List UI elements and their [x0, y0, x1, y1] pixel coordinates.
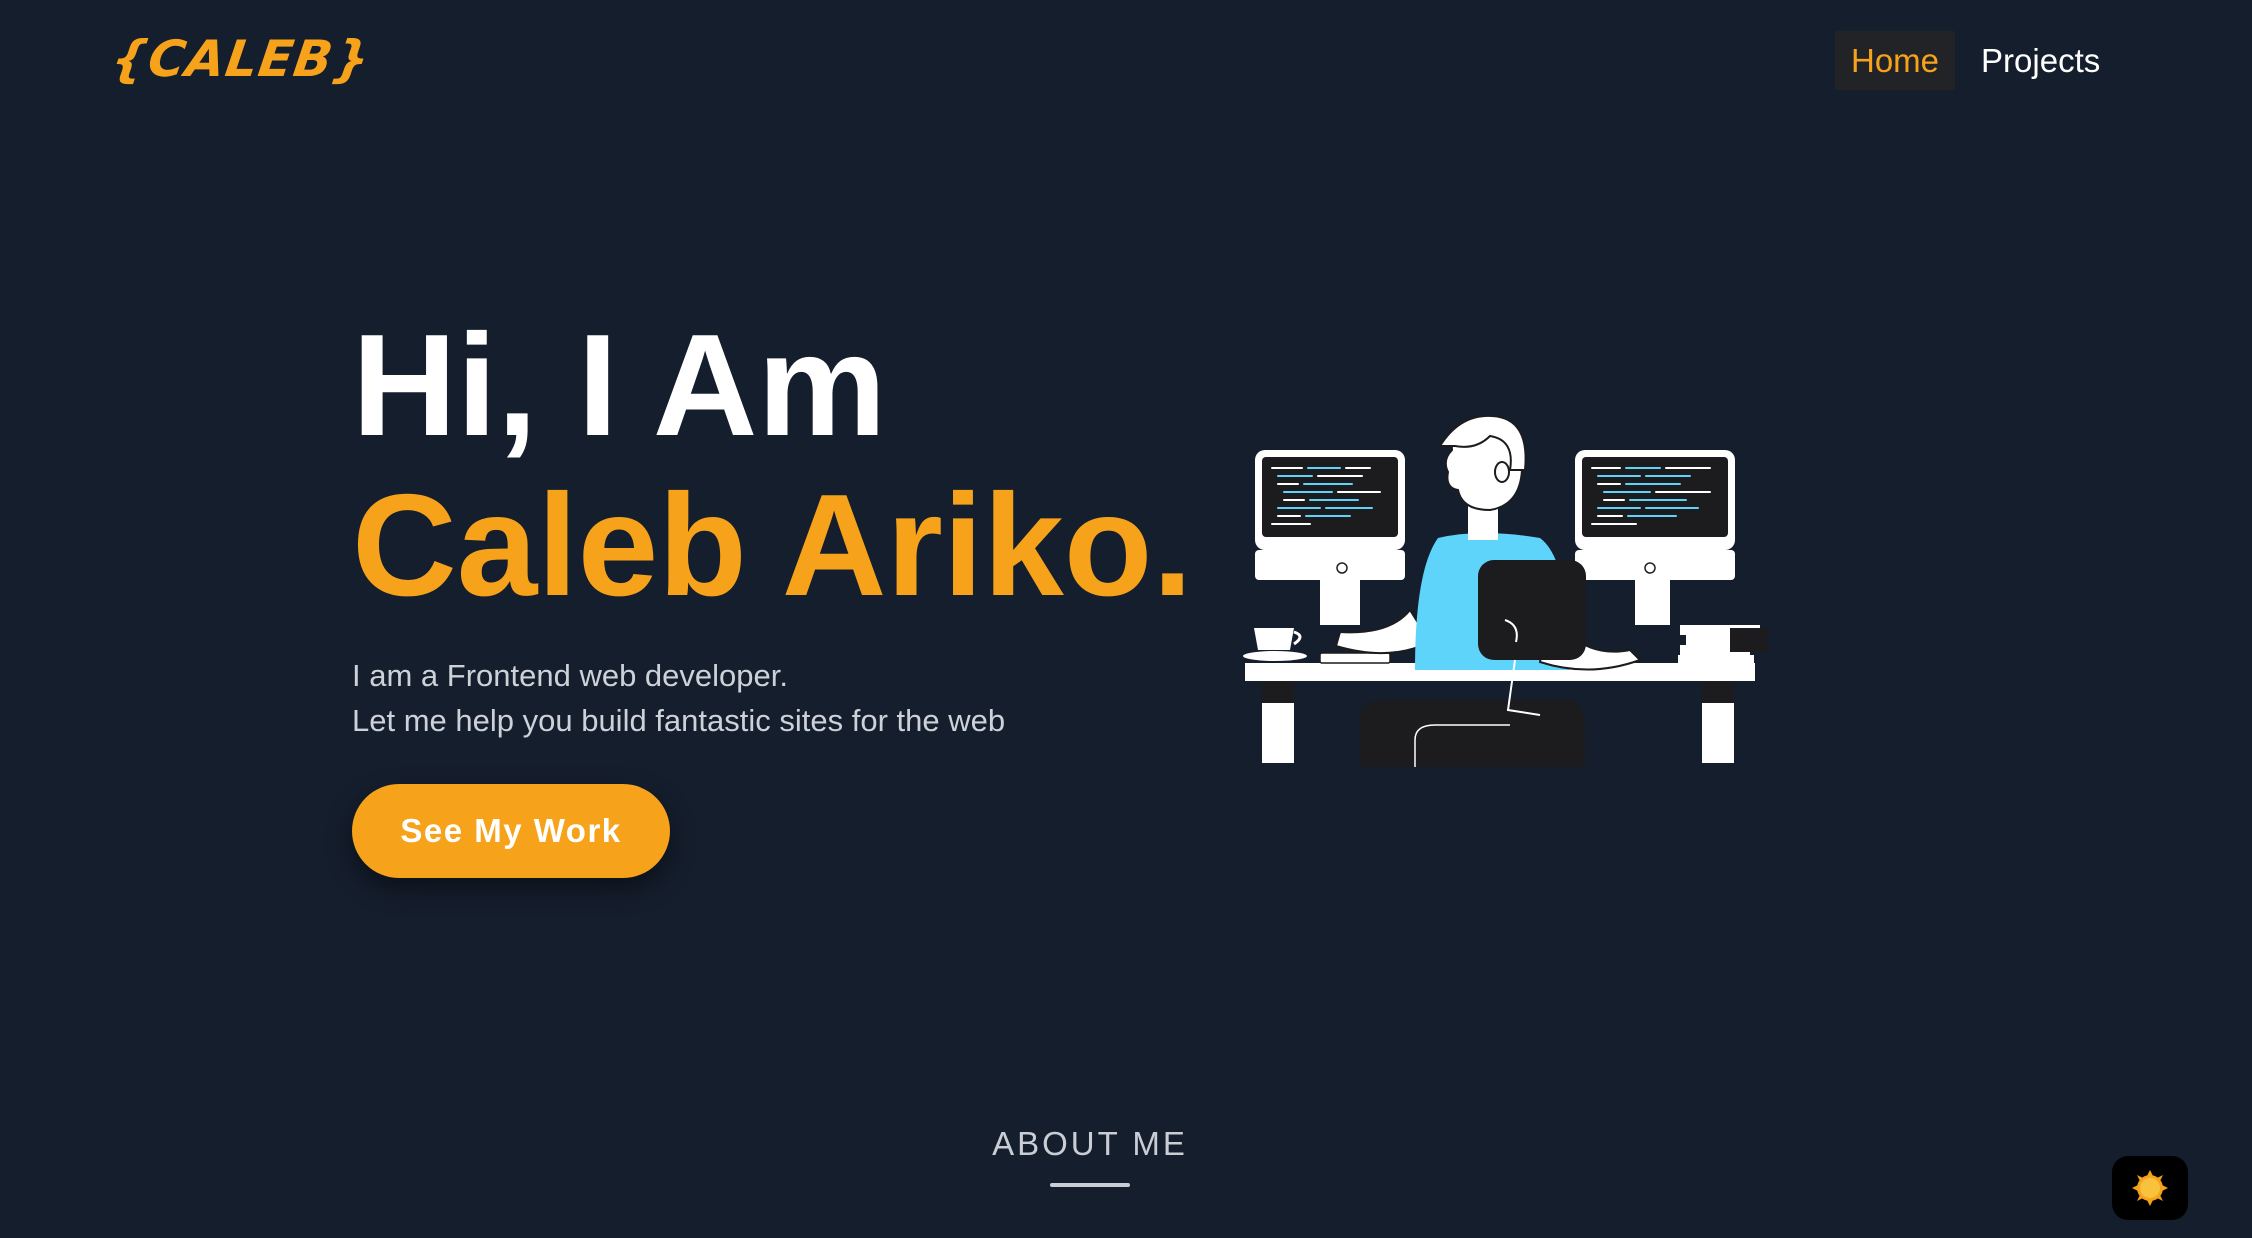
about-underline-divider [1050, 1183, 1130, 1187]
page: {CALEB} Home Projects Hi, I Am Caleb Ari… [0, 0, 2252, 1238]
logo[interactable]: {CALEB} [108, 30, 374, 88]
hero-name: Caleb Ariko. [352, 464, 1193, 626]
coffee-cup [1243, 628, 1307, 661]
hero-tagline: I am a Frontend web developer. Let me he… [352, 653, 1193, 743]
sun-icon [2132, 1170, 2168, 1206]
theme-toggle-button[interactable] [2112, 1156, 2188, 1220]
tagline-line-2: Let me help you build fantastic sites fo… [352, 703, 1006, 738]
nav-item-projects[interactable]: Projects [1965, 31, 2116, 90]
main-nav: Home Projects [1835, 31, 2116, 90]
chair [1478, 560, 1586, 716]
right-monitor [1575, 450, 1735, 625]
left-monitor [1255, 450, 1405, 625]
about-me-heading: ABOUT ME [992, 1125, 1188, 1162]
tagline-line-1: I am a Frontend web developer. [352, 658, 788, 693]
books [1678, 625, 1768, 665]
developer-at-desk-illustration [1243, 414, 1768, 767]
hero-section: Hi, I Am Caleb Ariko. I am a Frontend we… [352, 305, 1193, 743]
see-my-work-button[interactable]: See My Work [352, 784, 670, 878]
nav-item-home[interactable]: Home [1835, 31, 1956, 90]
hero-greeting: Hi, I Am [352, 304, 887, 466]
